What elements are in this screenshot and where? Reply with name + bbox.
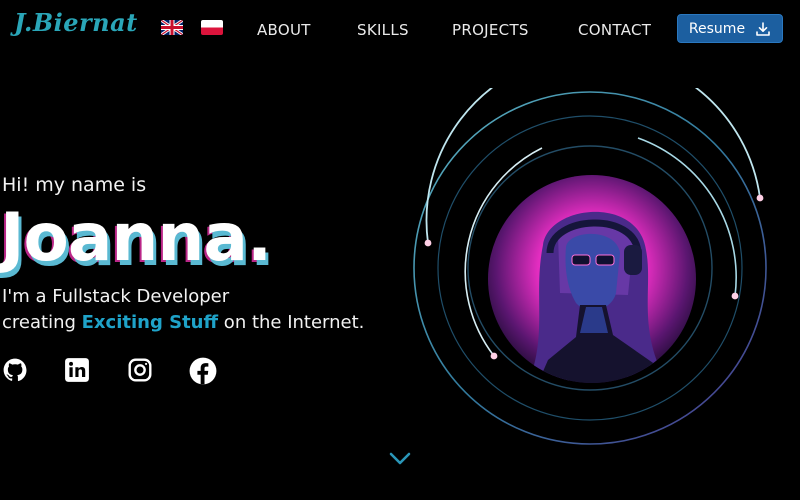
facebook-icon[interactable]	[189, 357, 217, 385]
resume-button[interactable]: Resume	[677, 14, 783, 43]
linkedin-icon[interactable]	[64, 357, 92, 385]
instagram-icon[interactable]	[127, 357, 155, 385]
tagline-highlight: Exciting Stuff	[81, 312, 219, 333]
site-header: J.Biernat ABOUT SKILLS PROJECTS CONTACT …	[0, 0, 800, 60]
hero-greeting: Hi! my name is	[2, 174, 147, 196]
chevron-down-icon[interactable]	[388, 450, 412, 468]
site-logo[interactable]: J.Biernat	[14, 8, 138, 37]
hero-tagline: creating Exciting Stuff on the Internet.	[2, 310, 364, 336]
hero-name-wrap: Joanna.	[0, 198, 360, 278]
nav-projects[interactable]: PROJECTS	[452, 21, 529, 39]
tagline-before: creating	[2, 312, 82, 333]
nav-contact[interactable]: CONTACT	[578, 21, 651, 39]
hero-name: Joanna.	[0, 199, 272, 276]
resume-label: Resume	[688, 20, 746, 37]
download-icon	[755, 21, 771, 37]
nav-skills[interactable]: SKILLS	[357, 21, 409, 39]
uk-flag-icon[interactable]	[161, 20, 183, 35]
github-icon[interactable]	[2, 357, 30, 385]
tagline-after: on the Internet.	[218, 312, 365, 333]
hero-role: I'm a Fullstack Developer	[2, 286, 230, 307]
nav-about[interactable]: ABOUT	[257, 21, 311, 39]
pl-flag-icon[interactable]	[201, 20, 223, 35]
profile-portrait	[488, 175, 696, 383]
